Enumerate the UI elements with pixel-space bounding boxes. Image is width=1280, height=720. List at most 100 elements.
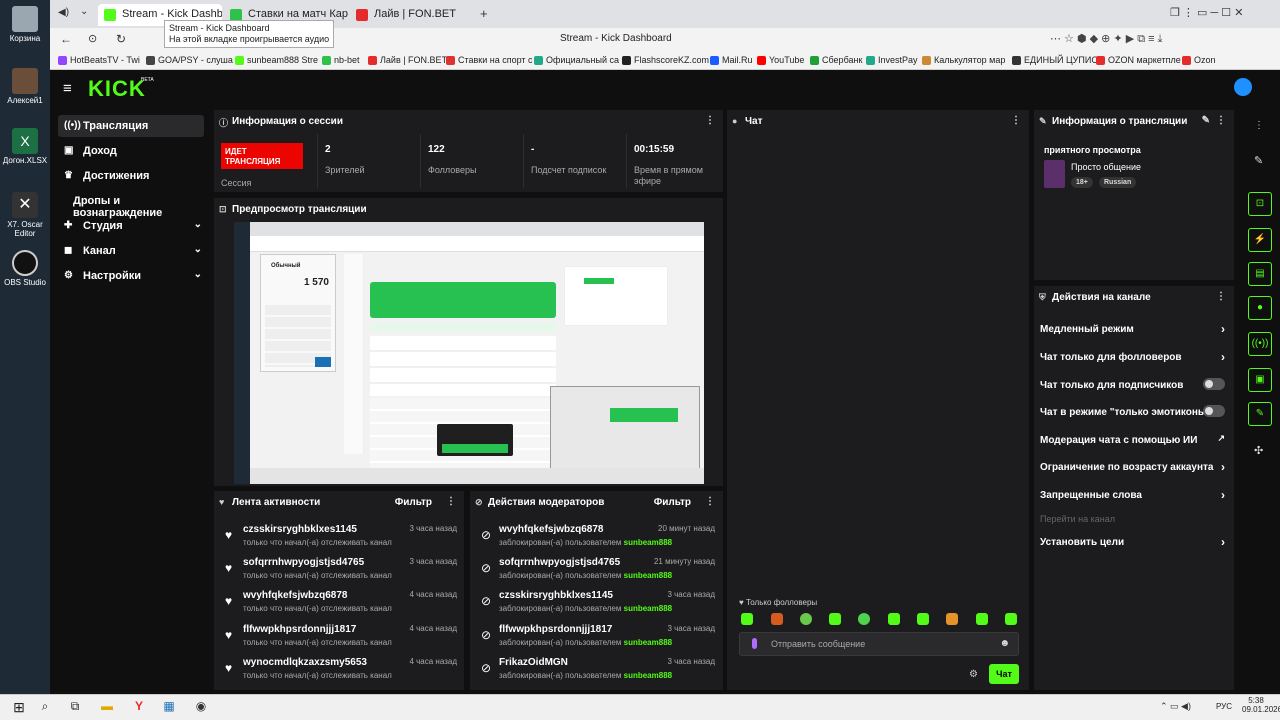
ai-moderation-item[interactable]: Модерация чата с помощью ИИ ↗ xyxy=(1040,433,1225,446)
bookmark[interactable]: Сбербанк xyxy=(810,55,862,65)
shield-icon[interactable]: ⊙ xyxy=(88,32,97,45)
tray-icons[interactable]: ⌃ ▭ ◀) xyxy=(1160,701,1191,712)
banned-words-item[interactable]: Запрещенные слова › xyxy=(1040,488,1225,502)
nav-item-studio[interactable]: ✚ Студия ⌄ xyxy=(58,215,204,237)
page-title[interactable]: Stream - Kick Dashboard xyxy=(560,33,672,44)
audio-icon[interactable]: ◀) xyxy=(58,7,69,18)
emotes-only-toggle[interactable] xyxy=(1203,405,1225,417)
stream-info-panel: ✎ Информация о трансляции ✎ ⋮ приятного про… xyxy=(1034,110,1234,280)
microphone-icon[interactable] xyxy=(752,638,757,649)
obs-taskbar-icon[interactable]: ◉ xyxy=(192,699,210,717)
more-menu-icon[interactable]: ⋮ xyxy=(705,496,715,507)
emote-icon[interactable] xyxy=(800,613,812,625)
followers-only-chat-item[interactable]: Чат только для фолловеров › xyxy=(1040,350,1225,364)
subscribers-only-chat-item[interactable]: Чат только для подписчиков xyxy=(1040,378,1225,391)
desktop-icon-user[interactable]: Алексей1 xyxy=(2,68,48,105)
calculator-icon[interactable]: ▦ xyxy=(160,699,178,717)
edit-icon[interactable]: ✎ xyxy=(1202,115,1210,126)
apps-icon[interactable]: ✣ xyxy=(1254,444,1263,457)
emote-icon[interactable] xyxy=(1005,613,1017,625)
back-icon[interactable]: ← xyxy=(60,32,72,46)
emoji-icon[interactable]: ☻ xyxy=(999,638,1010,649)
browser-toolbar-icons[interactable]: ⋯ ☆ ⬢ ◆ ⊕ ✦ ▶ ⧉ ≡ ⤓ xyxy=(1050,32,1162,46)
set-goals-item[interactable]: Установить цели › xyxy=(1040,535,1225,549)
notes-button[interactable]: ▤ xyxy=(1248,262,1272,286)
chat-send-button[interactable]: Чат xyxy=(989,664,1019,684)
file-explorer-icon[interactable]: ▬ xyxy=(98,699,116,717)
emote-icon[interactable] xyxy=(888,613,900,625)
bookmark[interactable]: OZON маркетпле xyxy=(1096,55,1181,65)
new-tab-icon[interactable]: + xyxy=(480,6,488,21)
yandex-browser-icon[interactable]: Y xyxy=(130,699,148,717)
more-menu-icon[interactable]: ⋮ xyxy=(705,115,715,126)
reload-icon[interactable]: ↻ xyxy=(116,32,126,46)
preview-toggle-button[interactable]: ⊡ xyxy=(1248,192,1272,216)
bookmark[interactable]: FlashscoreKZ.com xyxy=(622,55,709,65)
tab-list-icon[interactable]: ⌄ xyxy=(80,6,88,17)
nav-item-income[interactable]: ▣ Доход xyxy=(58,140,204,162)
emote-icon[interactable] xyxy=(771,613,783,625)
quick-actions-button[interactable]: ⚡ xyxy=(1248,228,1272,252)
search-icon[interactable]: ⌕ xyxy=(36,699,54,717)
bookmark[interactable]: GOA/PSY - слуша xyxy=(146,55,233,65)
nav-item-channel[interactable]: ◼ Канал ⌄ xyxy=(58,240,204,262)
stream-video-preview[interactable]: Обычный 1 570 xyxy=(234,222,704,484)
chat-toggle-button[interactable]: ● xyxy=(1248,296,1272,320)
nav-item-broadcast[interactable]: ((•)) Трансляция xyxy=(58,115,204,137)
user-folder-icon xyxy=(12,68,38,94)
kick-logo[interactable]: KICK xyxy=(88,76,146,102)
session-toggle-button[interactable]: ▣ xyxy=(1248,368,1272,392)
emote-icon[interactable] xyxy=(741,613,753,625)
window-controls[interactable]: ❐ ⋮ ▭ ─ ☐ ✕ xyxy=(1170,6,1243,19)
nav-item-achievements[interactable]: ♛ Достижения xyxy=(58,165,204,187)
more-menu-icon[interactable]: ⋮ xyxy=(1216,115,1226,126)
tools-toggle-button[interactable]: ✎ xyxy=(1248,402,1272,426)
bookmark[interactable]: Лайв | FON.BET xyxy=(368,55,447,65)
bookmark[interactable]: Ozon xyxy=(1182,55,1216,65)
windows-start-icon[interactable]: ⊞ xyxy=(10,699,28,717)
tab-fonbet[interactable]: Лайв | FON.BET xyxy=(350,4,474,26)
nav-item-drops[interactable]: Дропы и вознаграждение xyxy=(58,190,204,219)
bookmark[interactable]: Калькулятор мар xyxy=(922,55,1005,65)
slow-mode-item[interactable]: Медленный режим › xyxy=(1040,322,1225,336)
more-menu-icon[interactable]: ⋮ xyxy=(1011,115,1021,126)
stream-category[interactable]: Просто общение xyxy=(1071,162,1141,172)
bookmark[interactable]: Официальный са xyxy=(534,55,619,65)
hamburger-menu-icon[interactable]: ≡ xyxy=(63,80,72,97)
emote-icon[interactable] xyxy=(858,613,870,625)
emote-icon[interactable] xyxy=(946,613,958,625)
more-menu-icon[interactable]: ⋮ xyxy=(1216,291,1226,302)
desktop-icon-obs[interactable]: OBS Studio xyxy=(2,250,48,287)
emote-icon[interactable] xyxy=(829,613,841,625)
input-language[interactable]: РУС xyxy=(1216,702,1232,711)
bookmark[interactable]: HotBeatsTV - Twi xyxy=(58,55,140,65)
go-to-channel-link[interactable]: Перейти на канал xyxy=(1040,514,1225,524)
bookmark[interactable]: YouTube xyxy=(757,55,804,65)
bookmark[interactable]: Mail.Ru xyxy=(710,55,753,65)
avatar[interactable] xyxy=(1234,78,1252,96)
chat-settings-icon[interactable]: ⚙ xyxy=(969,669,978,680)
emote-icon[interactable] xyxy=(917,613,929,625)
nav-item-settings[interactable]: ⚙ Настройки ⌄ xyxy=(58,265,204,287)
bookmark[interactable]: ЕДИНЫЙ ЦУПИС xyxy=(1012,55,1098,65)
more-menu-icon[interactable]: ⋮ xyxy=(1254,120,1264,131)
bookmark[interactable]: Ставки на спорт с xyxy=(446,55,533,65)
more-menu-icon[interactable]: ⋮ xyxy=(446,496,456,507)
broadcast-toggle-button[interactable]: ((•)) xyxy=(1248,332,1272,356)
bookmark[interactable]: InvestPay xyxy=(866,55,918,65)
desktop-icon-recycle[interactable]: Корзина xyxy=(2,6,48,43)
filter-button[interactable]: Фильтр xyxy=(654,497,691,508)
chat-message-input[interactable]: Отправить сообщение ☻ xyxy=(739,632,1019,656)
edit-layout-icon[interactable]: ✎ xyxy=(1254,154,1263,167)
desktop-icon-oscar[interactable]: ✕ X7. Oscar Editor xyxy=(2,192,48,238)
bookmark[interactable]: nb-bet xyxy=(322,55,360,65)
bookmark[interactable]: sunbeam888 Stre xyxy=(235,55,318,65)
emote-icon[interactable] xyxy=(976,613,988,625)
subscribers-only-toggle[interactable] xyxy=(1203,378,1225,390)
task-view-icon[interactable]: ⧉ xyxy=(66,699,84,717)
emotes-only-chat-item[interactable]: Чат в режиме "только эмотиконы" xyxy=(1040,405,1225,418)
desktop-icon-excel[interactable]: X Догон.XLSX xyxy=(2,128,48,165)
account-age-item[interactable]: Ограничение по возрасту аккаунта › xyxy=(1040,460,1225,474)
filter-button[interactable]: Фильтр xyxy=(395,497,432,508)
clock[interactable]: 5:38 09.01.2026 xyxy=(1242,696,1280,714)
